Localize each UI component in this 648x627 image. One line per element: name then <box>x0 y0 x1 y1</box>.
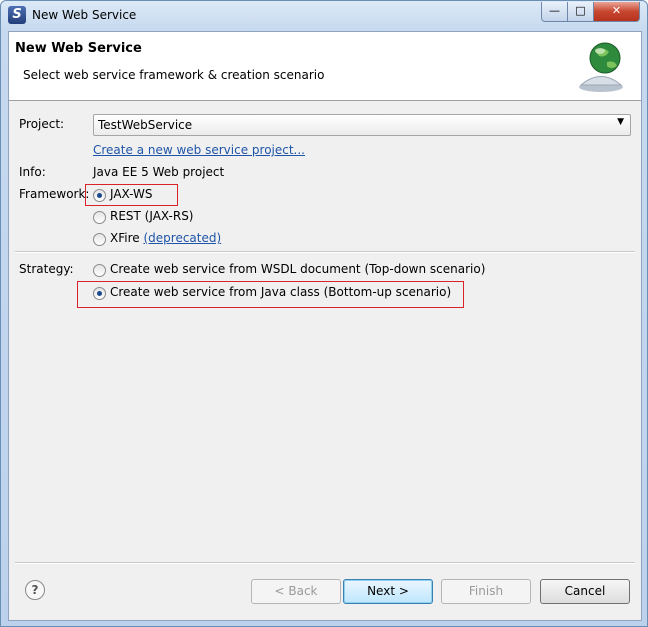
project-combo[interactable]: TestWebService ▼ <box>93 114 631 136</box>
framework-label: Framework: <box>19 187 90 201</box>
banner-description: Select web service framework & creation … <box>23 68 325 82</box>
radio-top-down[interactable]: Create web service from WSDL document (T… <box>93 262 493 280</box>
separator <box>15 251 635 253</box>
project-combo-value: TestWebService <box>98 118 193 132</box>
info-value: Java EE 5 Web project <box>93 165 225 179</box>
radio-label: REST (JAX-RS) <box>110 209 194 223</box>
radio-label: XFire (deprecated) <box>110 231 221 245</box>
radio-label: Create web service from Java class (Bott… <box>110 285 452 299</box>
title-bar[interactable]: S New Web Service — □ ✕ <box>1 1 647 31</box>
radio-label: Create web service from WSDL document (T… <box>110 262 486 276</box>
chevron-down-icon[interactable]: ▼ <box>617 117 624 127</box>
radio-jaxws[interactable]: JAX-WS <box>93 187 173 205</box>
minimize-button[interactable]: — <box>541 2 568 22</box>
radio-label: JAX-WS <box>110 187 153 201</box>
header-banner: New Web Service Select web service frame… <box>9 32 641 101</box>
xfire-label: XFire <box>110 231 140 245</box>
radio-button[interactable] <box>93 264 106 277</box>
dialog-body: New Web Service Select web service frame… <box>8 31 642 621</box>
help-icon[interactable]: ? <box>25 580 45 600</box>
next-button[interactable]: Next > <box>343 579 433 604</box>
radio-button-checked[interactable] <box>93 189 106 202</box>
globe-service-icon <box>579 42 623 92</box>
close-button[interactable]: ✕ <box>593 2 640 22</box>
dialog-window: S New Web Service — □ ✕ New Web Service … <box>0 0 648 627</box>
deprecated-link[interactable]: (deprecated) <box>143 231 221 245</box>
radio-rest[interactable]: REST (JAX-RS) <box>93 209 213 227</box>
app-icon: S <box>8 6 26 24</box>
back-button[interactable]: < Back <box>251 579 341 604</box>
separator <box>15 562 635 564</box>
create-project-link[interactable]: Create a new web service project... <box>93 143 305 157</box>
radio-button[interactable] <box>93 233 106 246</box>
radio-button[interactable] <box>93 211 106 224</box>
banner-title: New Web Service <box>15 41 142 56</box>
radio-bottom-up[interactable]: Create web service from Java class (Bott… <box>93 285 463 303</box>
finish-button[interactable]: Finish <box>441 579 531 604</box>
maximize-button[interactable]: □ <box>567 2 594 22</box>
window-title: New Web Service <box>32 8 137 22</box>
project-label: Project: <box>19 117 65 131</box>
radio-xfire[interactable]: XFire (deprecated) <box>93 231 233 249</box>
cancel-button[interactable]: Cancel <box>540 579 630 604</box>
radio-button-checked[interactable] <box>93 287 106 300</box>
strategy-label: Strategy: <box>19 262 74 276</box>
info-label: Info: <box>19 165 46 179</box>
